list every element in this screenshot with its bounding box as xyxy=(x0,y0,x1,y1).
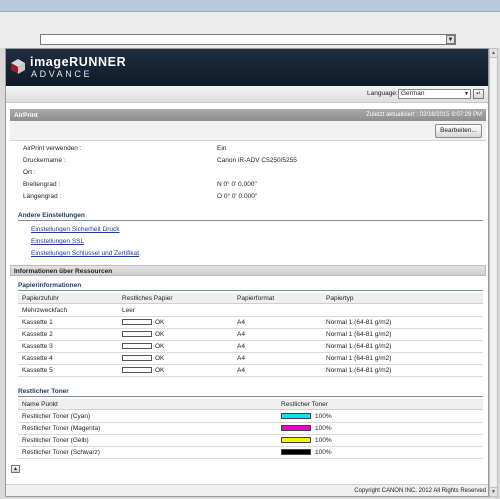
table-row: Kassette 3 OK A4 Normal 1 (64-81 g/m2) xyxy=(18,341,483,353)
table-row: Restlicher Toner (Magenta) 100% xyxy=(18,423,483,435)
link-print-security[interactable]: Einstellungen Sicherheit Druck xyxy=(31,226,120,233)
toner-name: Restlicher Toner (Gelb) xyxy=(22,437,89,444)
column-header: Papiertyp xyxy=(326,295,354,302)
paper-table-header: Papierzufuhr Restliches Papier Papierfor… xyxy=(18,293,483,304)
paper-source: Mehrzweckfach xyxy=(22,307,68,314)
field-label: AirPrint verwenden : xyxy=(23,145,82,152)
header-banner: imageRUNNER ADVANCE xyxy=(6,49,488,86)
field-label: Längengrad : xyxy=(23,193,62,200)
paper-remaining: OK xyxy=(155,367,165,374)
toner-level-bar xyxy=(281,425,311,431)
footer: Copyright CANON INC. 2012 All Rights Res… xyxy=(6,484,488,496)
paper-remaining: OK xyxy=(155,319,165,326)
last-updated: Zuletzt aktualisiert : 02/16/2015 9:07:2… xyxy=(366,112,482,118)
chevron-down-icon[interactable]: ▼ xyxy=(446,35,455,44)
table-row: Kassette 2 OK A4 Normal 1 (64-81 g/m2) xyxy=(18,329,483,341)
scroll-down-icon[interactable]: ▼ xyxy=(490,487,497,496)
paper-level-gauge xyxy=(122,319,152,325)
paper-type: Normal 1 (64-81 g/m2) xyxy=(326,355,392,362)
brand-name: imageRUNNER xyxy=(30,55,127,69)
paper-source: Kassette 1 xyxy=(22,319,53,326)
field-value: N 0° 0' 0.000" xyxy=(217,181,257,188)
paper-level-gauge xyxy=(122,355,152,361)
remote-ui-page: imageRUNNER ADVANCE Language: German ▼ ↵… xyxy=(5,48,489,497)
field-label: Breitengrad : xyxy=(23,181,61,188)
column-header: Papierzufuhr xyxy=(22,295,59,302)
paper-format: A4 xyxy=(237,367,245,374)
table-row: Kassette 5 OK A4 Normal 1 (64-81 g/m2) xyxy=(18,365,483,377)
other-settings-heading: Andere Einstellungen xyxy=(18,212,483,221)
paper-source: Kassette 4 xyxy=(22,355,53,362)
table-row: Mehrzweckfach Leer xyxy=(18,305,483,317)
airprint-title: AirPrint xyxy=(14,112,38,119)
toner-level-bar xyxy=(281,449,311,455)
paper-remaining: OK xyxy=(155,343,165,350)
paper-info-heading: Papierinformationen xyxy=(18,282,483,291)
arrow-up-icon[interactable]: ▲ xyxy=(11,465,20,473)
field-value: Canon iR-ADV C5250/5255 xyxy=(217,157,297,164)
vertical-scrollbar[interactable]: ▲ ▼ xyxy=(489,48,498,497)
toner-heading: Restlicher Toner xyxy=(18,388,483,397)
resources-header: Informationen über Ressourcen xyxy=(10,265,486,276)
scroll-up-icon[interactable]: ▲ xyxy=(490,49,497,58)
paper-remaining: OK xyxy=(155,331,165,338)
copyright: Copyright CANON INC. 2012 All Rights Res… xyxy=(354,488,486,494)
field-value: Ein xyxy=(217,145,227,152)
table-row: Restlicher Toner (Cyan) 100% xyxy=(18,411,483,423)
toner-value: 100% xyxy=(315,413,332,420)
toner-value: 100% xyxy=(315,437,332,444)
table-row: Kassette 1 OK A4 Normal 1 (64-81 g/m2) xyxy=(18,317,483,329)
paper-type: Normal 1 (64-81 g/m2) xyxy=(326,331,392,338)
field-value: O 0° 0' 0.000" xyxy=(217,193,258,200)
paper-format: A4 xyxy=(237,343,245,350)
toner-level-bar xyxy=(281,437,311,443)
paper-source: Kassette 2 xyxy=(22,331,53,338)
field-label: Druckername : xyxy=(23,157,66,164)
paper-level-gauge xyxy=(122,343,152,349)
paper-remaining: Leer xyxy=(122,307,136,314)
paper-format: A4 xyxy=(237,319,245,326)
link-ssl[interactable]: Einstellungen SSL xyxy=(31,238,84,245)
column-header: Papierformat xyxy=(237,295,275,302)
field-label: Ort : xyxy=(23,169,36,176)
paper-format: A4 xyxy=(237,355,245,362)
toner-value: 100% xyxy=(315,425,332,432)
address-input[interactable] xyxy=(40,34,456,45)
paper-level-gauge xyxy=(122,331,152,337)
paper-remaining: OK xyxy=(155,355,165,362)
address-bar: ▼ xyxy=(0,30,500,48)
link-key-certificate[interactable]: Einstellungen Schlüssel und Zertifikat xyxy=(31,250,139,257)
table-row: Restlicher Toner (Gelb) 100% xyxy=(18,435,483,447)
paper-source: Kassette 3 xyxy=(22,343,53,350)
column-header: Name Punkt xyxy=(22,401,58,408)
toner-table-header: Name Punkt Restlicher Toner xyxy=(18,399,483,410)
toner-value: 100% xyxy=(315,449,332,456)
column-header: Restlicher Toner xyxy=(281,401,328,408)
paper-type: Normal 1 (64-81 g/m2) xyxy=(326,367,392,374)
table-row: Restlicher Toner (Schwarz) 100% xyxy=(18,447,483,459)
toner-name: Restlicher Toner (Schwarz) xyxy=(22,449,100,456)
language-select[interactable]: German ▼ xyxy=(398,89,471,99)
toner-level-bar xyxy=(281,413,311,419)
return-arrow-icon[interactable]: ↵ xyxy=(473,89,484,99)
language-bar: Language: German ▼ ↵ xyxy=(6,86,488,103)
paper-source: Kassette 5 xyxy=(22,367,53,374)
action-bar: Bearbeiten... xyxy=(10,121,486,141)
resources-title: Informationen über Ressourcen xyxy=(14,268,113,275)
browser-title-bar xyxy=(0,0,500,12)
edit-button[interactable]: Bearbeiten... xyxy=(435,124,482,138)
paper-type: Normal 1 (64-81 g/m2) xyxy=(326,319,392,326)
table-row: Kassette 4 OK A4 Normal 1 (64-81 g/m2) xyxy=(18,353,483,365)
chevron-down-icon: ▼ xyxy=(464,91,469,97)
cube-logo-icon xyxy=(11,59,25,74)
language-label: Language: xyxy=(367,90,398,97)
toner-name: Restlicher Toner (Magenta) xyxy=(22,425,101,432)
language-selected-value: German xyxy=(401,90,425,97)
toner-name: Restlicher Toner (Cyan) xyxy=(22,413,91,420)
paper-level-gauge xyxy=(122,367,152,373)
paper-type: Normal 1 (64-81 g/m2) xyxy=(326,343,392,350)
paper-format: A4 xyxy=(237,331,245,338)
brand-subtitle: ADVANCE xyxy=(31,69,93,79)
column-header: Restliches Papier xyxy=(122,295,173,302)
